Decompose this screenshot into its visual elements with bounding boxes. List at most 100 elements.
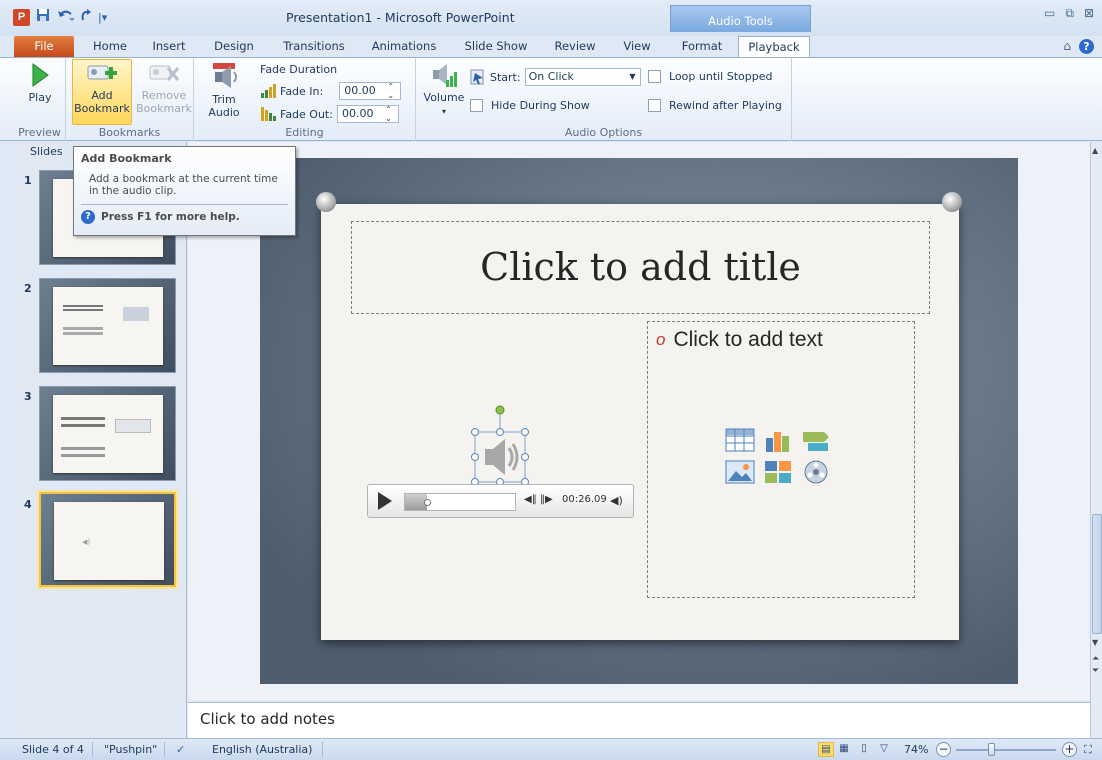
tab-format[interactable]: Format bbox=[676, 36, 728, 58]
fade-out-row: Fade Out: 00.00 bbox=[260, 105, 399, 123]
player-forward-icon[interactable]: ‖▶ bbox=[540, 494, 553, 505]
rewind-label: Rewind after Playing bbox=[669, 99, 782, 112]
add-bookmark-label-2: Bookmark bbox=[74, 102, 130, 115]
slide-number-2: 2 bbox=[24, 282, 32, 295]
group-label-audio-options: Audio Options bbox=[564, 126, 643, 139]
insert-table-icon[interactable] bbox=[724, 426, 756, 454]
insert-smartart-icon[interactable] bbox=[800, 426, 832, 454]
trim-audio-button[interactable]: Trim Audio bbox=[202, 60, 246, 119]
language-indicator[interactable]: English (Australia) bbox=[212, 743, 312, 756]
reading-view-icon[interactable]: ▯ bbox=[856, 742, 872, 757]
redo-icon[interactable] bbox=[80, 8, 92, 26]
tooltip-body: Add a bookmark at the current time in th… bbox=[89, 173, 278, 197]
slide-canvas[interactable]: Click to add title o Click to add text ◀… bbox=[260, 158, 1018, 684]
slide-thumbnail-4[interactable]: ◀) bbox=[39, 492, 176, 587]
status-bar: Slide 4 of 4 "Pushpin" ✓ English (Austra… bbox=[0, 738, 1102, 760]
help-icon: ? bbox=[81, 210, 95, 224]
player-play-icon[interactable] bbox=[378, 492, 392, 510]
start-row: Start: On Click ▼ bbox=[470, 68, 641, 86]
tab-animations[interactable]: Animations bbox=[366, 36, 442, 58]
customize-qat-icon[interactable]: |▾ bbox=[98, 11, 107, 24]
player-volume-icon[interactable]: ◀) bbox=[610, 494, 623, 507]
tab-review[interactable]: Review bbox=[550, 36, 600, 58]
scroll-up-icon[interactable]: ▲ bbox=[1092, 146, 1098, 155]
tab-playback[interactable]: Playback bbox=[738, 36, 810, 59]
loop-label: Loop until Stopped bbox=[669, 70, 773, 83]
next-slide-icon[interactable]: ⏷ bbox=[1092, 666, 1099, 676]
thumbnail-paper bbox=[53, 287, 163, 365]
slides-tab[interactable]: Slides bbox=[14, 142, 74, 162]
fade-in-input[interactable]: 00.00 bbox=[339, 82, 402, 100]
zoom-in-icon[interactable]: + bbox=[1062, 742, 1077, 757]
tab-file[interactable]: File bbox=[14, 36, 74, 58]
slide-sorter-view-icon[interactable]: ▦ bbox=[836, 742, 852, 757]
undo-icon[interactable] bbox=[56, 8, 75, 26]
help-icon[interactable]: ? bbox=[1079, 39, 1094, 54]
trim-audio-icon bbox=[213, 63, 237, 88]
audio-clip-selection[interactable] bbox=[465, 404, 535, 488]
previous-slide-icon[interactable]: ⏶ bbox=[1092, 654, 1099, 664]
play-icon bbox=[32, 63, 49, 87]
rewind-checkbox[interactable] bbox=[648, 99, 661, 112]
restore-icon[interactable]: ⧉ bbox=[1065, 6, 1074, 21]
status-divider bbox=[322, 742, 323, 757]
minimize-icon[interactable]: ▭ bbox=[1044, 6, 1055, 21]
tab-view[interactable]: View bbox=[618, 36, 656, 58]
player-time: 00:26.09 bbox=[562, 494, 607, 505]
ribbon-tabs: File Home Insert Design Transitions Anim… bbox=[0, 36, 1102, 59]
rewind-row[interactable]: Rewind after Playing bbox=[648, 99, 782, 112]
fade-out-input[interactable]: 00.00 bbox=[336, 105, 399, 123]
player-seek-knob[interactable] bbox=[424, 499, 431, 506]
remove-bookmark-label-1: Remove bbox=[141, 89, 187, 102]
insert-clip-art-icon[interactable] bbox=[762, 458, 794, 486]
loop-checkbox[interactable] bbox=[648, 70, 661, 83]
zoom-slider-knob[interactable] bbox=[988, 743, 995, 756]
normal-view-icon[interactable]: ▤ bbox=[818, 742, 834, 757]
save-icon[interactable] bbox=[36, 8, 50, 26]
content-placeholder[interactable]: o Click to add text bbox=[647, 321, 915, 598]
notes-pane[interactable]: Click to add notes bbox=[188, 702, 1090, 738]
theme-name[interactable]: "Pushpin" bbox=[104, 743, 157, 756]
hide-during-show-checkbox[interactable] bbox=[470, 99, 483, 112]
thumbnail-paper: ◀) bbox=[54, 502, 164, 580]
zoom-level[interactable]: 74% bbox=[904, 743, 928, 756]
hide-during-show-row[interactable]: Hide During Show bbox=[470, 99, 590, 112]
player-seek-track[interactable] bbox=[404, 493, 516, 511]
player-back-icon[interactable]: ◀‖ bbox=[524, 494, 537, 505]
play-button[interactable]: Play bbox=[18, 60, 62, 104]
spelling-check-icon[interactable]: ✓ bbox=[176, 743, 185, 756]
add-bookmark-button[interactable]: Add Bookmark bbox=[72, 59, 132, 125]
title-placeholder[interactable]: Click to add title bbox=[351, 221, 930, 314]
fit-to-window-icon[interactable]: ⛶ bbox=[1084, 743, 1092, 757]
minimize-ribbon-icon[interactable]: ⌂ bbox=[1063, 39, 1071, 54]
thumbnail-text-lines bbox=[61, 417, 105, 457]
fade-duration-label: Fade Duration bbox=[260, 63, 338, 76]
scroll-down-icon[interactable]: ▼ bbox=[1092, 638, 1098, 647]
slide-thumbnail-3[interactable] bbox=[39, 386, 176, 481]
insert-media-icon[interactable] bbox=[800, 458, 832, 486]
group-preview: Play Preview bbox=[14, 58, 66, 141]
tab-design[interactable]: Design bbox=[210, 36, 258, 58]
thumbnail-speaker-icon: ◀) bbox=[82, 538, 91, 546]
slide-paper: Click to add title o Click to add text ◀… bbox=[321, 204, 959, 640]
slide-thumbnail-2[interactable] bbox=[39, 278, 176, 373]
vertical-scrollbar[interactable]: ▲ ▼ ⏶ ⏷ bbox=[1090, 142, 1102, 738]
start-select[interactable]: On Click ▼ bbox=[524, 68, 641, 86]
tab-transitions[interactable]: Transitions bbox=[278, 36, 350, 58]
tab-home[interactable]: Home bbox=[88, 36, 132, 58]
remove-bookmark-button[interactable]: Remove Bookmark bbox=[136, 60, 192, 115]
loop-row[interactable]: Loop until Stopped bbox=[648, 70, 772, 83]
powerpoint-app-icon[interactable]: P bbox=[13, 9, 30, 26]
close-icon[interactable]: ⊠ bbox=[1084, 6, 1094, 21]
fade-in-icon bbox=[261, 84, 276, 98]
insert-picture-icon[interactable] bbox=[724, 458, 756, 486]
thumbnail-text-lines bbox=[63, 305, 103, 335]
volume-button[interactable]: Volume ▾ bbox=[422, 60, 466, 118]
tab-insert[interactable]: Insert bbox=[148, 36, 190, 58]
zoom-slider-track[interactable] bbox=[956, 749, 1056, 751]
tab-slide-show[interactable]: Slide Show bbox=[460, 36, 532, 58]
insert-chart-icon[interactable] bbox=[762, 426, 794, 454]
zoom-out-icon[interactable]: − bbox=[936, 742, 951, 757]
scrollbar-thumb[interactable] bbox=[1092, 514, 1102, 634]
slide-show-view-icon[interactable]: ▽ bbox=[876, 742, 892, 757]
